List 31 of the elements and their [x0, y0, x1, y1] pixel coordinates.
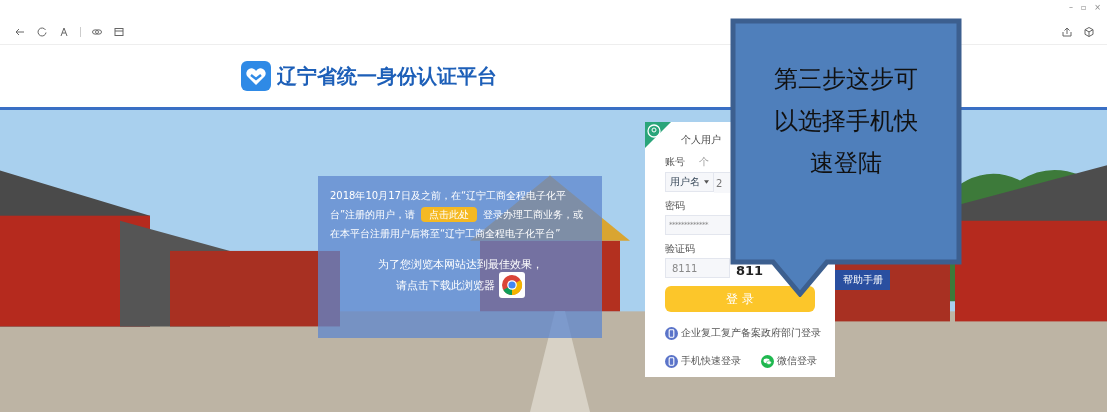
password-label: 密码 [665, 200, 685, 212]
link-icon[interactable] [91, 26, 103, 38]
back-icon[interactable] [14, 26, 26, 38]
reader-icon[interactable] [58, 26, 70, 38]
captcha-image[interactable]: 811 [736, 264, 764, 278]
share-icon[interactable] [1061, 26, 1073, 38]
window-control[interactable]: – [1068, 3, 1073, 13]
account-label: 账号 [665, 156, 685, 168]
site-title: 辽宁省统一身份认证平台 [277, 62, 497, 90]
captcha-label: 验证码 [665, 243, 695, 255]
cube-icon[interactable] [1083, 26, 1095, 38]
phone-icon [665, 326, 678, 340]
account-hint: 个 [699, 156, 709, 168]
phone-icon [665, 354, 678, 368]
window-control[interactable]: ▫ [1080, 3, 1087, 13]
logo-icon [241, 61, 271, 91]
browser-tip: 为了您浏览本网站达到最佳效果， [377, 257, 543, 272]
login-link[interactable]: 企业复工复产备案政府部门登录 [665, 326, 821, 340]
window-control[interactable]: × [1094, 3, 1101, 13]
caret-icon [704, 180, 709, 184]
login-tab[interactable]: 个人用户 [681, 134, 721, 146]
browser-icon[interactable] [498, 272, 525, 298]
tab-icon[interactable] [113, 26, 125, 38]
callout-text: 第三步这步可以选择手机快速登陆 [773, 64, 919, 179]
download-tip: 请点击下载此浏览器 [395, 277, 495, 293]
login-link[interactable]: 手机快速登录 [665, 354, 741, 368]
refresh-icon[interactable] [36, 26, 48, 38]
login-link[interactable]: 微信登录 [761, 354, 817, 368]
help-manual-tab[interactable]: 帮助手册 [835, 270, 890, 290]
notice-text: 2018年10月17日及之前，在“辽宁工商全程电子化平台”注册的用户，请 点击此处 登录办理工商业务，或在本平台注册用户后将至“辽宁工商全程电子化平台” [330, 189, 585, 241]
chat-icon [761, 354, 774, 368]
